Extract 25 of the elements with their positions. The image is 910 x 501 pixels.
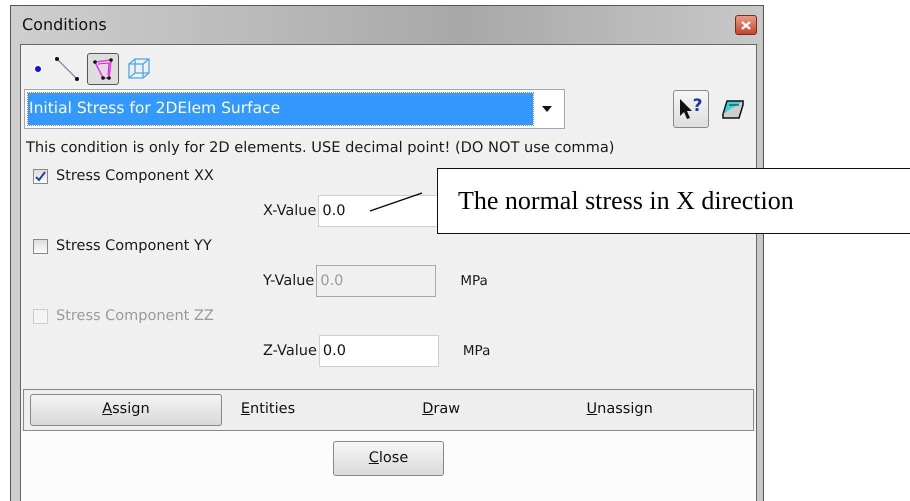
info-text: This condition is only for 2D elements. USE decimal point! (DO NOT use comma) [25, 138, 616, 158]
cursor-icon [680, 98, 693, 120]
caret-icon [542, 106, 552, 112]
field-label: Z-Value [263, 342, 317, 361]
help-button[interactable]: ? [673, 90, 709, 128]
action-tab[interactable]: Unassign [586, 394, 748, 426]
unit-label: MPa [460, 272, 488, 292]
checkbox[interactable] [33, 238, 48, 254]
unit-label: MPa [462, 342, 490, 362]
action-tab[interactable]: Entities [240, 394, 404, 426]
field-label: Y-Value [263, 272, 314, 291]
checkbox[interactable] [33, 168, 48, 184]
surface-icon[interactable] [87, 53, 119, 85]
callout-text: The normal stress in X direction [437, 168, 910, 234]
close-button[interactable]: Close [333, 440, 444, 476]
field-label: X-Value [263, 202, 316, 221]
window-title: Conditions [21, 14, 107, 36]
action-tab[interactable]: Assign [30, 394, 222, 426]
close-icon[interactable] [735, 15, 757, 35]
value-field[interactable]: 0.0 [318, 195, 438, 228]
checkbox-label: Stress Component ZZ [56, 306, 214, 326]
checkbox-label: Stress Component YY [56, 236, 212, 256]
leader-line [368, 190, 424, 214]
checkbox-label: Stress Component XX [56, 166, 214, 186]
action-tab[interactable]: Draw [421, 394, 568, 426]
